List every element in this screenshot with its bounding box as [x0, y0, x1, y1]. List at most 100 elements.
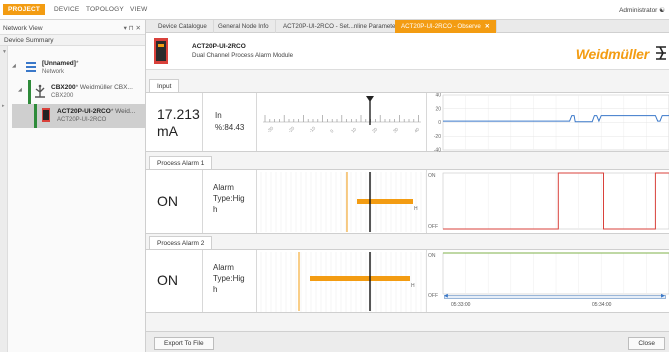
menu-view[interactable]: VIEW	[130, 6, 147, 13]
tree-item-act20p[interactable]: ACT20P-UI-2RCO* Weid... ACT20P-UI-2RCO	[12, 104, 145, 128]
alarm1-hysteresis-bar	[357, 199, 413, 204]
tree-item-label: CBX200* Weidmüller CBX...	[51, 84, 133, 91]
alarm2-off-label: OFF	[428, 293, 438, 299]
tree-item-network[interactable]: ◢ [Unnamed]* Network	[12, 56, 145, 80]
document-tabs: Device Catalogue General Node Info ACT20…	[146, 20, 669, 33]
alarm2-state-cell: ON	[146, 250, 203, 312]
gauge-scale-label: -10	[308, 125, 316, 133]
alarm1-label-2: Type:Hig	[213, 194, 245, 203]
alarm1-row: ON Alarm Type:Hig h H ON OFF	[146, 170, 669, 234]
alarm2-row: ON Alarm Type:Hig h H ON OFF ◀ ▶ 05:33:0…	[146, 250, 669, 313]
device-summary-bar[interactable]: Device Summary	[0, 34, 145, 46]
tab-device-catalogue[interactable]: Device Catalogue	[152, 20, 214, 33]
status-bar	[34, 104, 37, 128]
tab-general-node-info[interactable]: General Node Info	[212, 20, 276, 33]
panel-controls[interactable]: ▾ ⊓ ✕	[124, 24, 141, 32]
scroll-left-icon[interactable]: ◀	[444, 293, 448, 299]
menu-topology[interactable]: TOPOLOGY	[86, 6, 124, 13]
alarm2-band: H	[260, 252, 427, 312]
tab-observe[interactable]: ACT20P-UI-2RCO - Observe ✕	[395, 20, 497, 33]
main-area: Device Catalogue General Node Info ACT20…	[146, 20, 669, 352]
tab-process-alarm-1[interactable]: Process Alarm 1	[149, 156, 213, 169]
input-row: 17.213 mA In %:84.43 -30 -20 -10 0 10 20 30 40 …	[146, 93, 669, 154]
footer-bar: Export To File Close	[146, 331, 669, 352]
gauge-scale-label: -30	[266, 125, 274, 133]
alarm2-band-cell: H	[257, 250, 427, 312]
device-header: ACT20P-UI-2RCO Dual Channel Process Alar…	[146, 33, 669, 70]
y-tick-label: -20	[434, 134, 441, 140]
gutter-arrow-icon[interactable]: ▸	[2, 103, 5, 109]
alarm2-label-cell: Alarm Type:Hig h	[203, 250, 257, 312]
alarm2-hysteresis-bar	[310, 276, 410, 281]
tab-observe-label: ACT20P-UI-2RCO - Observe	[401, 23, 481, 30]
input-unit: mA	[157, 123, 178, 139]
gauge-scale-label: -20	[287, 125, 295, 133]
alarm1-h-marker: H	[414, 206, 418, 212]
alarm1-label-cell: Alarm Type:Hig h	[203, 170, 257, 233]
gauge-scale-label: 40	[413, 126, 420, 133]
gauge-scale-label: 30	[392, 126, 399, 133]
alarm2-chart-cell: ON OFF ◀ ▶ 05:33:00 05:34:00	[427, 250, 669, 312]
input-label-cell: In %:84.43	[203, 93, 257, 151]
tree-item-sublabel: Network	[42, 69, 65, 75]
device-description: Dual Channel Process Alarm Module	[192, 52, 294, 59]
expand-icon[interactable]: ◢	[18, 87, 22, 93]
module-icon	[42, 108, 50, 122]
user-menu[interactable]: Administrator ☯	[619, 6, 665, 14]
alarm1-chart-cell: ON OFF	[427, 170, 669, 233]
close-tab-icon[interactable]: ✕	[485, 23, 490, 30]
alarm1-state: ON	[157, 193, 178, 209]
tree-item-sublabel: ACT20P-UI-2RCO	[57, 117, 107, 123]
input-gauge-cell: -30 -20 -10 0 10 20 30 40	[257, 93, 427, 151]
gauge-scale-label: 20	[371, 126, 378, 133]
y-tick-label: -40	[434, 148, 441, 152]
x-tick-label: 05:34:00	[592, 302, 612, 308]
user-icon: ☯	[659, 7, 665, 14]
chart-scrollbar[interactable]	[444, 295, 666, 299]
expand-icon[interactable]: ◢	[12, 63, 16, 69]
weidmuller-logo: Weidmüller	[575, 46, 649, 62]
device-summary-label: Device Summary	[4, 37, 54, 44]
tab-input[interactable]: Input	[149, 79, 180, 92]
alarm1-band-cell: H	[257, 170, 427, 233]
y-tick-label: 20	[435, 106, 441, 112]
alarm1-label-1: Alarm	[213, 183, 234, 192]
input-gauge: -30 -20 -10 0 10 20 30 40	[263, 96, 421, 134]
input-label-2: %:84.43	[215, 123, 245, 132]
alarm1-on-label: ON	[428, 173, 436, 179]
device-image	[154, 38, 168, 64]
alarm1-state-cell: ON	[146, 170, 203, 233]
tab-online-parameter[interactable]: ACT20P-UI-2RCO - Set...nline Parameter	[277, 20, 405, 33]
alarm1-label-3: h	[213, 205, 218, 214]
tree-item-label: ACT20P-UI-2RCO* Weid...	[57, 108, 136, 115]
gauge-scale-label: 10	[350, 126, 357, 133]
usb-icon	[35, 84, 45, 98]
status-bar	[28, 80, 31, 104]
alarm1-band: H	[260, 172, 427, 232]
menu-device[interactable]: DEVICE	[54, 6, 79, 13]
network-view-panel: Network View ▾ ⊓ ✕ Device Summary ▼ ▸ ◢ …	[0, 20, 146, 352]
tab-process-alarm-2[interactable]: Process Alarm 2	[149, 236, 213, 249]
input-label-1: In	[215, 111, 222, 120]
user-name: Administrator	[619, 7, 658, 14]
menu-project[interactable]: PROJECT	[3, 4, 46, 15]
alarm1-off-label: OFF	[428, 224, 438, 230]
export-button[interactable]: Export To File	[154, 337, 214, 350]
input-chart: 40 20 0 -20 -40	[434, 93, 669, 154]
gutter-filter-icon[interactable]: ▼	[2, 49, 7, 55]
tree-gutter: ▼ ▸	[0, 46, 8, 352]
device-name: ACT20P-UI-2RCO	[192, 43, 246, 50]
alarm1-chart	[442, 172, 669, 230]
network-icon	[26, 62, 36, 72]
logo-mark-icon	[656, 46, 666, 60]
alarm2-state: ON	[157, 272, 178, 288]
tree-item-label: [Unnamed]*	[42, 60, 79, 67]
gauge-scale-label: 0	[329, 128, 335, 134]
input-value: 17.213	[157, 106, 200, 122]
tree-item-cbx200[interactable]: ◢ CBX200* Weidmüller CBX... CBX200	[12, 80, 145, 104]
scroll-right-icon[interactable]: ▶	[661, 293, 665, 299]
close-button[interactable]: Close	[628, 337, 665, 350]
y-tick-label: 0	[438, 120, 441, 126]
input-chart-cell: 40 20 0 -20 -40	[427, 93, 669, 154]
y-tick-label: 40	[435, 93, 441, 99]
